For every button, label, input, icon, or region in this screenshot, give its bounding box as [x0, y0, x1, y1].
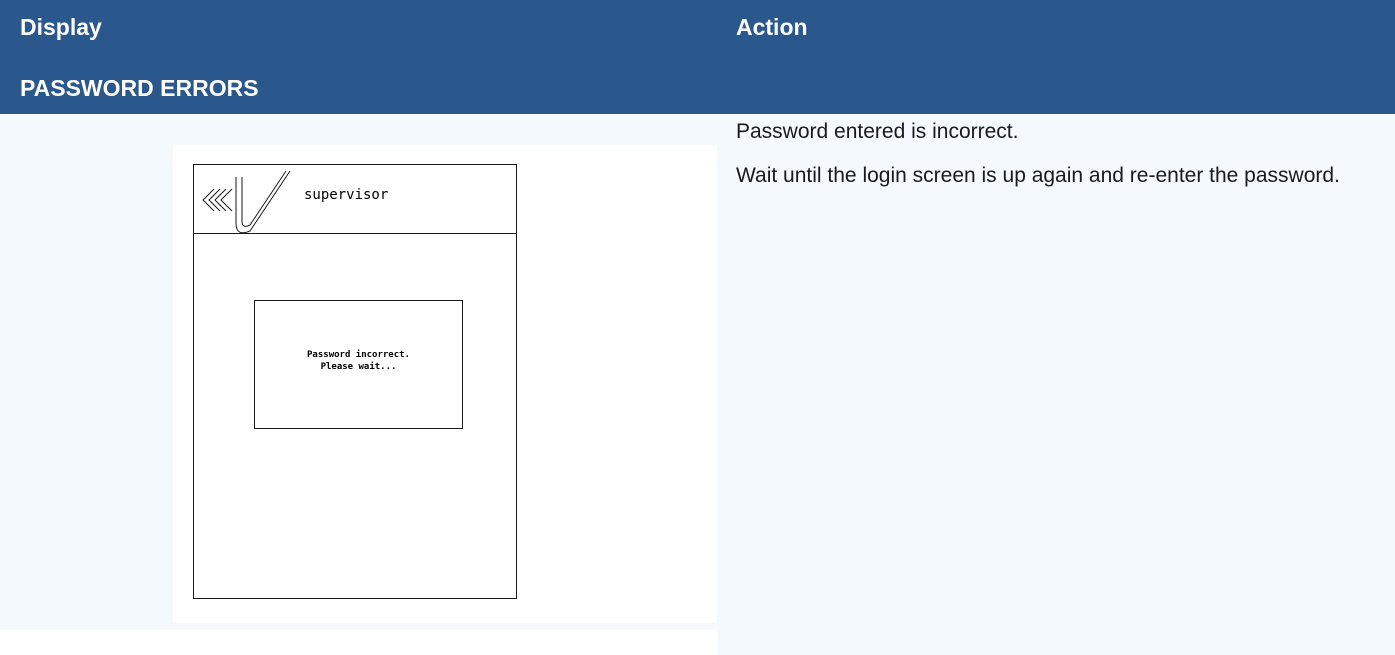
table-header-row: Display Action [0, 0, 1395, 58]
action-description: Password entered is incorrect. [736, 120, 1019, 143]
column-header-display: Display [20, 14, 102, 40]
dialog-wait-message: Please wait... [320, 362, 397, 372]
section-title: PASSWORD ERRORS [20, 75, 259, 101]
action-cell: Password entered is incorrect. Wait unti… [718, 114, 1395, 655]
chevron-v-logo-icon [202, 170, 291, 233]
action-instruction: Wait until the login screen is up again … [736, 164, 1340, 187]
error-dialog: Password incorrect. Please wait... [254, 300, 463, 429]
device-header: supervisor [194, 165, 516, 234]
procedure-table: Display Action PASSWORD ERRORS Password … [0, 0, 1395, 655]
user-name-label: supervisor [304, 187, 389, 203]
screen-illustration: supervisor Password incorrect. Please wa… [173, 145, 717, 623]
column-header-action: Action [736, 14, 808, 40]
dialog-error-message: Password incorrect. [307, 350, 410, 360]
display-cell-spacer [0, 630, 718, 655]
device-screen: supervisor Password incorrect. Please wa… [193, 164, 517, 599]
section-header-row: PASSWORD ERRORS [0, 58, 1395, 114]
